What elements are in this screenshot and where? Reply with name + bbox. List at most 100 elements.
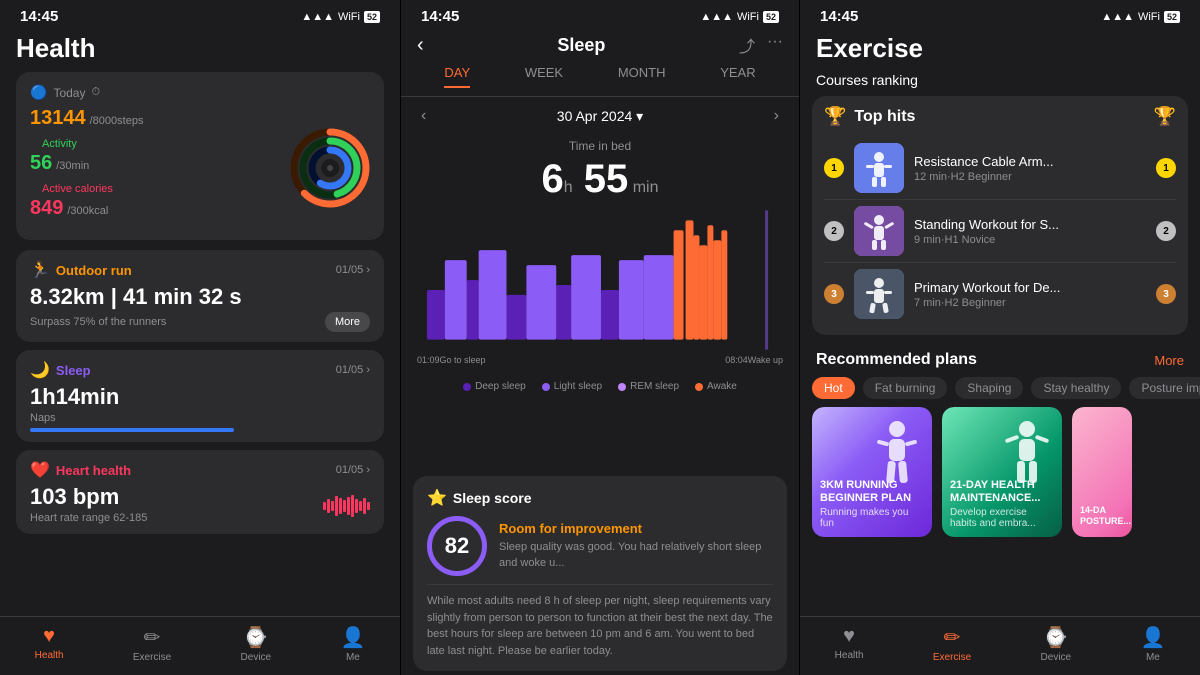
score-circle: 82 [427, 516, 487, 576]
rem-dot [618, 383, 626, 391]
filter-hot[interactable]: Hot [812, 377, 855, 399]
deep-dot [463, 383, 471, 391]
sleep-tab-bar: DAY WEEK MONTH YEAR [401, 65, 799, 97]
plan-card-text-3: 14-Da Posture... [1072, 497, 1132, 537]
filter-shaping[interactable]: Shaping [955, 377, 1023, 399]
rank-badge-3: 3 [824, 284, 844, 304]
calories-label: Active calories [42, 183, 290, 195]
score-desc: Sleep quality was good. You had relative… [499, 540, 773, 571]
status-bar-health: 14:45 ▲▲▲ WiFi 52 [0, 0, 400, 29]
nav-device-ex[interactable]: ⌚ Device [1041, 625, 1072, 663]
heart-card-sub: Heart rate range 62-185 [30, 512, 147, 524]
more-icon[interactable]: ··· [767, 33, 783, 57]
device-label-ex: Device [1041, 652, 1072, 663]
nav-exercise[interactable]: ✏ Exercise [133, 625, 171, 663]
exercise-label-ex: Exercise [933, 652, 971, 663]
workout-figure-1 [854, 143, 904, 193]
plan-card-3[interactable]: 14-Da Posture... [1072, 407, 1132, 537]
workout-thumb-2 [854, 206, 904, 256]
courses-ranking-label: Courses ranking [800, 72, 1200, 96]
legend-awake: Awake [695, 381, 737, 392]
device-nav-label: Device [241, 652, 272, 663]
sleep-header-icons: ⤴ ··· [739, 33, 783, 57]
workout-row-1[interactable]: 1 Resistance Cable Arm... 12 min·H2 Begi… [824, 137, 1176, 200]
tab-week[interactable]: WEEK [525, 65, 563, 88]
nav-me-ex[interactable]: 👤 Me [1140, 625, 1165, 663]
heart-card: ❤️ Heart health 01/05 › 103 bpm Heart ra… [16, 450, 384, 534]
sleep-chart-area: 01:09Go to sleep 08:04Wake up Deep sleep… [401, 210, 799, 472]
wifi-icon-2: WiFi [737, 11, 759, 23]
workout-name-2: Standing Workout for S... [914, 217, 1146, 232]
sleep-chart-labels: 01:09Go to sleep 08:04Wake up [417, 355, 783, 373]
plan-card-title-2: 21-DAY HEALTH MAINTENANCE... [950, 479, 1054, 505]
plans-title: Recommended plans [816, 351, 977, 369]
workout-meta-3: 7 min·H2 Beginner [914, 297, 1146, 309]
workout-thumb-1 [854, 143, 904, 193]
health-icon-ex: ♥ [843, 625, 855, 648]
nav-device[interactable]: ⌚ Device [241, 625, 272, 663]
nav-exercise-ex[interactable]: ✏ Exercise [933, 625, 971, 663]
tab-day[interactable]: DAY [444, 65, 470, 88]
activity-rings [290, 128, 370, 208]
plan-card-sub-1: Running makes you fun [820, 507, 924, 529]
sleep-progress-bar [30, 428, 234, 432]
filter-fat[interactable]: Fat burning [863, 377, 948, 399]
me-nav-icon: 👤 [340, 625, 365, 650]
me-icon-ex: 👤 [1140, 625, 1165, 650]
sleep-header: ‹ Sleep ⤴ ··· [401, 29, 799, 65]
nav-health[interactable]: ♥ Health [35, 625, 64, 663]
battery-2: 52 [763, 11, 779, 23]
top-hits-title: Top hits [854, 108, 915, 126]
sleep-score-section: ⭐ Sleep score 82 Room for improvement Sl… [413, 476, 787, 671]
tab-year[interactable]: YEAR [720, 65, 755, 88]
plan-card-title-3: 14-Da Posture... [1080, 505, 1131, 527]
back-button[interactable]: ‹ [417, 34, 424, 57]
health-nav-icon: ♥ [43, 625, 55, 648]
score-body: 82 Room for improvement Sleep quality wa… [427, 516, 773, 576]
sleep-start-label: 01:09Go to sleep [417, 355, 486, 365]
me-label-ex: Me [1146, 652, 1160, 663]
sleep-title: Sleep [557, 35, 605, 56]
nav-health-ex[interactable]: ♥ Health [835, 625, 864, 663]
workout-meta-1: 12 min·H2 Beginner [914, 171, 1146, 183]
device-nav-icon: ⌚ [243, 625, 268, 650]
star-icon: ⭐ [427, 488, 447, 508]
status-icons-2: ▲▲▲ WiFi 52 [700, 11, 779, 23]
share-icon[interactable]: ⤴ [739, 33, 755, 57]
health-panel: 14:45 ▲▲▲ WiFi 52 Health 🔵 Today ⏱ 13144… [0, 0, 400, 675]
sleep-panel: 14:45 ▲▲▲ WiFi 52 ‹ Sleep ⤴ ··· DAY WEEK… [400, 0, 800, 675]
wifi-icon-3: WiFi [1138, 11, 1160, 23]
workout-meta-2: 9 min·H1 Novice [914, 234, 1146, 246]
workout-row-2[interactable]: 2 Standing Workout for S... 9 min·H1 Nov… [824, 200, 1176, 263]
health-title: Health [16, 33, 384, 64]
steps-goal: /8000steps [90, 115, 144, 127]
date-next-button[interactable]: › [774, 107, 779, 125]
signal-icon: ▲▲▲ [301, 11, 334, 23]
exercise-icon-ex: ✏ [944, 625, 961, 650]
rank-badge-1: 1 [824, 158, 844, 178]
workout-info-2: Standing Workout for S... 9 min·H1 Novic… [914, 217, 1146, 246]
heart-card-value: 103 bpm [30, 484, 147, 510]
plan-card-text-1: 3KM RUNNING BEGINNER PLAN Running makes … [812, 471, 932, 537]
signal-icon-3: ▲▲▲ [1101, 11, 1134, 23]
filter-healthy[interactable]: Stay healthy [1031, 377, 1121, 399]
plan-card-2[interactable]: 21-DAY HEALTH MAINTENANCE... Develop exe… [942, 407, 1062, 537]
plans-more-button[interactable]: More [1154, 353, 1184, 368]
deep-label: Deep sleep [475, 381, 526, 392]
workout-row-3[interactable]: 3 Primary Workout for De... 7 min·H2 Beg… [824, 263, 1176, 325]
plan-card-1[interactable]: 3KM RUNNING BEGINNER PLAN Running makes … [812, 407, 932, 537]
outdoor-run-title: Outdoor run [56, 263, 132, 278]
legend-light: Light sleep [542, 381, 602, 392]
workout-name-1: Resistance Cable Arm... [914, 154, 1146, 169]
rem-label: REM sleep [630, 381, 679, 392]
tab-month[interactable]: MONTH [618, 65, 666, 88]
date-prev-button[interactable]: ‹ [421, 107, 426, 125]
nav-me[interactable]: 👤 Me [340, 625, 365, 663]
rank-right-3: 3 [1156, 284, 1176, 304]
plan-card-sub-2: Develop exercise habits and embra... [950, 507, 1054, 529]
rank-badge-2: 2 [824, 221, 844, 241]
more-button[interactable]: More [325, 312, 370, 332]
score-status: Room for improvement [499, 521, 773, 536]
outdoor-run-header: 🏃 Outdoor run 01/05 › [30, 260, 370, 280]
filter-posture[interactable]: Posture imp... [1129, 377, 1200, 399]
